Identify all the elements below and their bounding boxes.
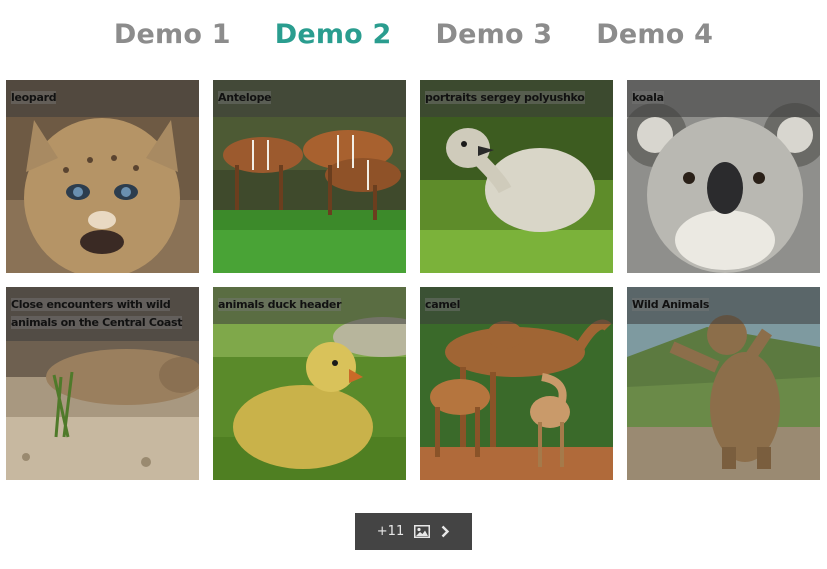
gallery-tile-koala[interactable]: koala bbox=[627, 80, 820, 273]
tile-caption: Antelope bbox=[218, 91, 272, 104]
gallery-tile-antelope[interactable]: Antelope bbox=[213, 80, 406, 273]
demo-tabs: Demo 1 Demo 2 Demo 3 Demo 4 bbox=[0, 14, 827, 54]
tile-caption: animals duck header bbox=[218, 298, 342, 311]
gallery-tile-camel[interactable]: camel bbox=[420, 287, 613, 480]
tile-caption: Close encounters with wild animals on th… bbox=[11, 298, 183, 329]
tile-caption-bar: koala bbox=[627, 80, 820, 117]
tile-caption: camel bbox=[425, 298, 461, 311]
gallery-tile-central-coast[interactable]: Close encounters with wild animals on th… bbox=[6, 287, 199, 480]
tile-caption: portraits sergey polyushko bbox=[425, 91, 585, 104]
gallery-tile-wild-animals[interactable]: Wild Animals bbox=[627, 287, 820, 480]
tile-caption-bar: camel bbox=[420, 287, 613, 324]
tab-demo-1[interactable]: Demo 1 bbox=[114, 19, 231, 50]
tile-caption-bar: Antelope bbox=[213, 80, 406, 117]
tab-demo-3[interactable]: Demo 3 bbox=[436, 19, 553, 50]
tab-demo-2[interactable]: Demo 2 bbox=[275, 19, 392, 50]
chevron-right-icon bbox=[440, 525, 450, 538]
gallery-grid: leopard Antelope portraits sergey polyus… bbox=[6, 80, 820, 480]
tile-caption-bar: Wild Animals bbox=[627, 287, 820, 324]
tile-caption: koala bbox=[632, 91, 664, 104]
image-icon bbox=[414, 525, 431, 538]
gallery-tile-gosling[interactable]: portraits sergey polyushko bbox=[420, 80, 613, 273]
tab-demo-4[interactable]: Demo 4 bbox=[596, 19, 713, 50]
tile-caption-bar: Close encounters with wild animals on th… bbox=[6, 287, 199, 341]
gallery-tile-duckling[interactable]: animals duck header bbox=[213, 287, 406, 480]
tile-caption: leopard bbox=[11, 91, 57, 104]
more-count: +11 bbox=[376, 524, 405, 539]
tile-caption-bar: leopard bbox=[6, 80, 199, 117]
tile-caption-bar: portraits sergey polyushko bbox=[420, 80, 613, 117]
gallery-tile-leopard[interactable]: leopard bbox=[6, 80, 199, 273]
load-more-button[interactable]: +11 bbox=[355, 513, 472, 550]
tile-caption-bar: animals duck header bbox=[213, 287, 406, 324]
tile-caption: Wild Animals bbox=[632, 298, 710, 311]
